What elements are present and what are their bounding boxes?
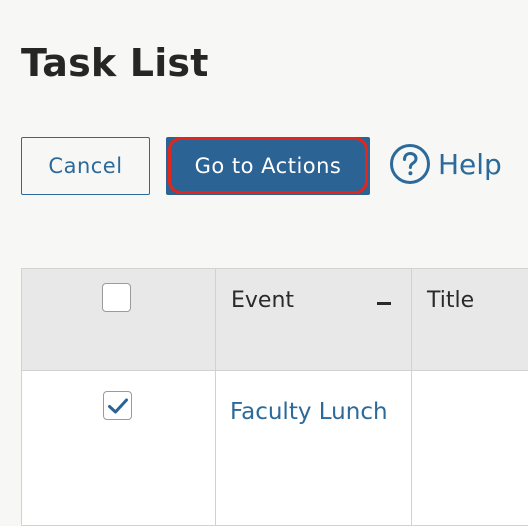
checkmark-icon [108, 398, 128, 414]
row-checkbox[interactable] [103, 391, 132, 420]
cancel-button[interactable]: Cancel [21, 137, 150, 195]
column-divider [411, 268, 412, 526]
page-title: Task List [21, 41, 209, 85]
table-border-left [21, 268, 22, 526]
help-label: Help [438, 147, 502, 181]
table-body: Faculty Lunch [21, 371, 528, 526]
event-link[interactable]: Faculty Lunch [230, 392, 400, 433]
table-header: Event Title [21, 268, 528, 371]
go-to-actions-button[interactable]: Go to Actions [168, 137, 368, 194]
help-link[interactable]: Help [389, 143, 502, 185]
minus-icon[interactable] [377, 302, 391, 305]
task-table: Event Title Faculty Lunch [21, 268, 528, 526]
question-circle-icon [390, 144, 430, 184]
column-header-event[interactable]: Event [231, 288, 294, 313]
column-divider [215, 268, 216, 526]
select-all-checkbox[interactable] [102, 283, 131, 312]
column-header-title[interactable]: Title [427, 288, 474, 313]
